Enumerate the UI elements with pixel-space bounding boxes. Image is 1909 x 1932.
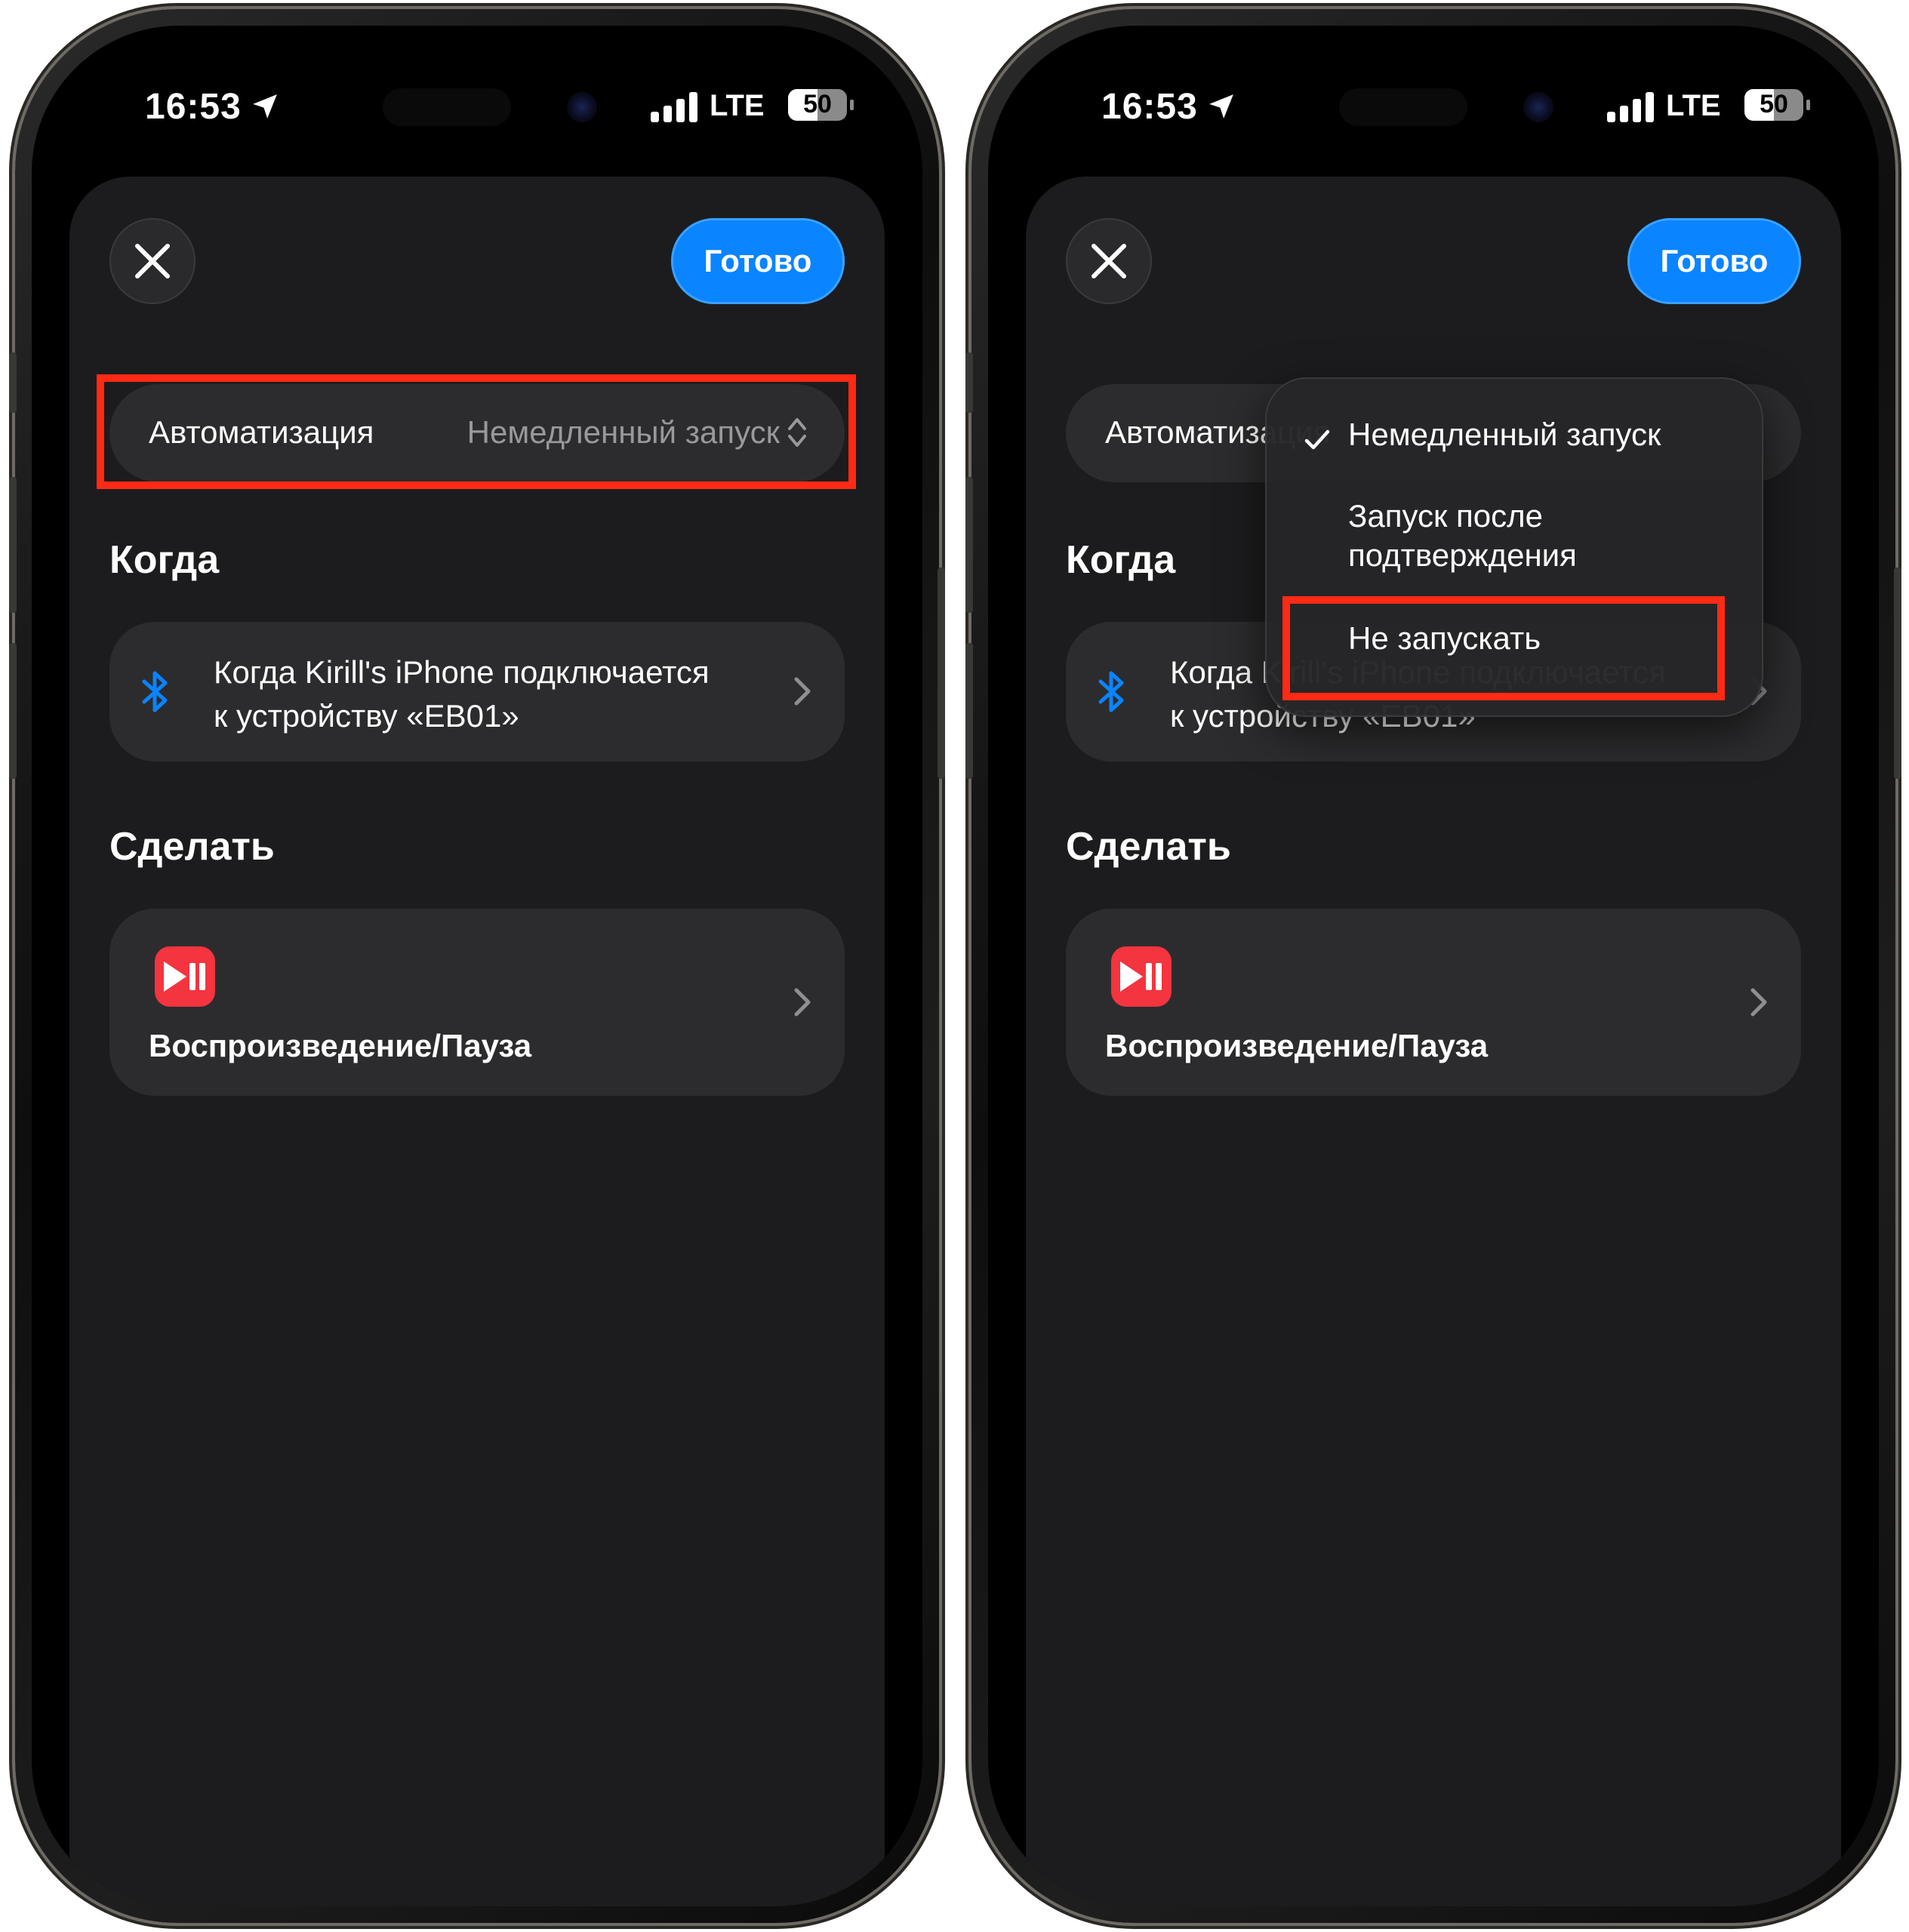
do-title: Сделать xyxy=(109,825,275,869)
volume-down-button xyxy=(965,643,973,779)
close-icon xyxy=(135,244,170,278)
location-arrow-icon xyxy=(1209,94,1233,118)
status-bar: 16:53 LTE 50 xyxy=(32,77,922,139)
bluetooth-icon xyxy=(1098,671,1124,712)
menu-item-label: Немедленный запуск xyxy=(1348,417,1661,452)
network-type: LTE xyxy=(710,89,765,122)
phone-right: 16:53 LTE 50 Готово Автоматизация Когда xyxy=(965,9,1901,1923)
menu-item-run-after-confirm[interactable]: Запуск после подтверждения xyxy=(1265,497,1763,580)
chevron-right-icon xyxy=(794,677,811,706)
play-pause-icon xyxy=(155,946,215,1007)
trigger-card[interactable]: Когда Kirill's iPhone подключается к уст… xyxy=(109,622,845,761)
battery-level: 50 xyxy=(1760,90,1788,118)
checkmark-icon xyxy=(1304,429,1330,450)
menu-item-label: Запуск после подтверждения xyxy=(1348,498,1577,573)
close-button[interactable] xyxy=(1066,218,1152,304)
play-pause-icon xyxy=(1111,946,1172,1007)
screen: 16:53 LTE 50 Готово Автоматизация Немедл… xyxy=(32,26,922,1906)
battery-icon: 50 xyxy=(1744,89,1803,121)
action-card[interactable]: Воспроизведение/Пауза xyxy=(1066,909,1801,1096)
signal-icon xyxy=(1607,92,1654,122)
volume-up-button xyxy=(9,477,17,613)
camera-icon xyxy=(567,92,597,122)
power-button xyxy=(1894,568,1901,779)
dynamic-island xyxy=(375,77,624,137)
status-bar: 16:53 LTE 50 xyxy=(988,77,1879,139)
bluetooth-icon xyxy=(142,671,168,712)
action-button xyxy=(965,352,973,413)
action-button xyxy=(9,352,17,413)
volume-down-button xyxy=(9,643,17,779)
menu-item-run-immediately[interactable]: Немедленный запуск xyxy=(1265,415,1763,460)
close-button[interactable] xyxy=(109,218,196,304)
battery-tip xyxy=(850,100,854,110)
close-icon xyxy=(1092,244,1126,278)
trigger-text: Когда Kirill's iPhone подключается к уст… xyxy=(214,654,710,734)
network-type: LTE xyxy=(1666,89,1721,122)
battery-level: 50 xyxy=(803,90,832,118)
signal-icon xyxy=(651,92,697,122)
when-title: Когда xyxy=(1066,538,1176,582)
battery-icon: 50 xyxy=(788,89,847,121)
action-card[interactable]: Воспроизведение/Пауза xyxy=(109,909,845,1096)
action-label: Воспроизведение/Пауза xyxy=(149,1028,532,1063)
location-arrow-icon xyxy=(253,94,277,118)
done-button[interactable]: Готово xyxy=(1627,218,1801,304)
when-title: Когда xyxy=(109,538,220,582)
do-title: Сделать xyxy=(1066,825,1231,869)
action-label: Воспроизведение/Пауза xyxy=(1105,1028,1489,1063)
phone-left: 16:53 LTE 50 Готово Автоматизация Немедл… xyxy=(9,9,945,1923)
status-time: 16:53 xyxy=(1101,87,1198,127)
status-time: 16:53 xyxy=(145,87,242,127)
camera-icon xyxy=(1523,92,1553,122)
power-button xyxy=(938,568,945,779)
screen: 16:53 LTE 50 Готово Автоматизация Когда xyxy=(988,26,1879,1906)
highlight-box-do-not-run xyxy=(1282,596,1725,700)
chevron-right-icon xyxy=(794,988,811,1017)
volume-up-button xyxy=(965,477,973,613)
dynamic-island xyxy=(1332,77,1581,137)
battery-tip xyxy=(1806,100,1810,110)
highlight-box-automation xyxy=(97,374,856,489)
automation-sheet: Готово Автоматизация Немедленный запуск … xyxy=(69,177,885,1906)
chevron-right-icon xyxy=(1750,988,1767,1017)
done-button[interactable]: Готово xyxy=(671,218,845,304)
